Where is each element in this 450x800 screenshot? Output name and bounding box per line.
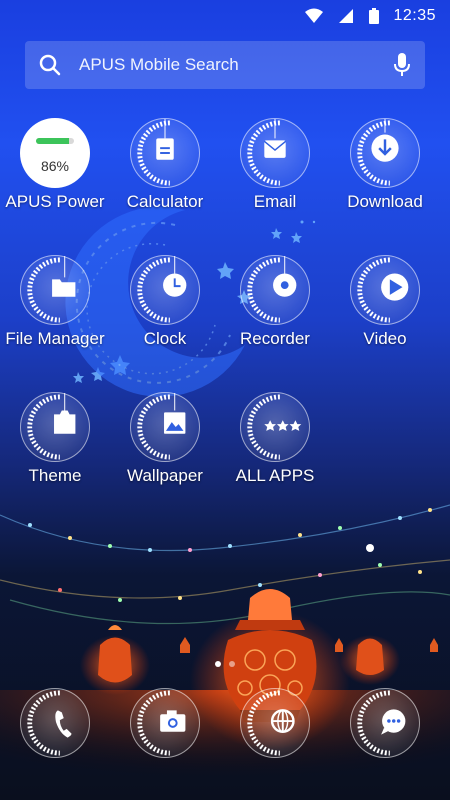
phone-icon (20, 688, 90, 758)
calculator-icon (130, 118, 200, 188)
app-wallpaper[interactable]: Wallpaper (110, 392, 220, 486)
dock-icon-wrapper (110, 688, 220, 758)
wallpaper-icon (130, 392, 200, 462)
status-time: 12:35 (393, 7, 436, 24)
page-dot-2[interactable] (229, 661, 235, 667)
signal-icon (339, 9, 354, 23)
dock-camera[interactable] (130, 688, 200, 758)
clock-icon (130, 255, 200, 325)
app-label: Calculator (126, 192, 204, 211)
dock-icon-wrapper (330, 688, 440, 758)
folder-icon (20, 255, 90, 325)
app-label: Theme (28, 466, 82, 485)
recorder-icon (240, 255, 310, 325)
app-theme[interactable]: Theme (0, 392, 110, 486)
battery-gauge-icon: 86% (20, 118, 90, 188)
chat-icon (350, 688, 420, 758)
app-label: Clock (143, 329, 187, 348)
app-apus-power[interactable]: 86% APUS Power (0, 118, 110, 212)
wifi-icon (305, 8, 324, 23)
search-icon (39, 54, 61, 76)
dock-icon-wrapper (0, 688, 110, 758)
power-level-bar (36, 138, 74, 144)
play-icon (350, 255, 420, 325)
app-clock[interactable]: Clock (110, 255, 220, 349)
home-screen: 12:35 APUS Mobile Search 86% APUS Power (0, 0, 450, 800)
app-email[interactable]: Email (220, 118, 330, 212)
app-recorder[interactable]: Recorder (220, 255, 330, 349)
app-label: File Manager (5, 329, 105, 348)
theme-icon (20, 392, 90, 462)
app-download[interactable]: Download (330, 118, 440, 212)
app-file-manager[interactable]: File Manager (0, 255, 110, 349)
app-video[interactable]: Video (330, 255, 440, 349)
app-label: Download (347, 192, 423, 211)
mail-icon (240, 118, 310, 188)
camera-icon (130, 688, 200, 758)
app-calculator[interactable]: Calculator (110, 118, 220, 212)
mic-icon[interactable] (393, 53, 411, 77)
battery-icon (369, 8, 380, 24)
app-all-apps[interactable]: ALL APPS (220, 392, 330, 486)
search-input[interactable]: APUS Mobile Search (79, 55, 393, 75)
app-label: Email (253, 192, 297, 211)
page-indicator (0, 661, 450, 667)
app-label: Wallpaper (127, 466, 203, 485)
dock-phone[interactable] (20, 688, 90, 758)
dock-icon-wrapper (220, 688, 330, 758)
app-label: APUS Power (5, 192, 105, 211)
page-dot-1[interactable] (215, 661, 221, 667)
status-bar: 12:35 (0, 0, 450, 32)
dock-messages[interactable] (350, 688, 420, 758)
app-label: ALL APPS (235, 466, 315, 485)
download-icon (350, 118, 420, 188)
app-label: Recorder (240, 329, 310, 348)
app-label: Video (363, 329, 407, 348)
stars-icon (240, 392, 310, 462)
globe-icon (240, 688, 310, 758)
dock-browser[interactable] (240, 688, 310, 758)
power-percent: 86% (40, 158, 70, 174)
search-bar[interactable]: APUS Mobile Search (25, 41, 425, 89)
